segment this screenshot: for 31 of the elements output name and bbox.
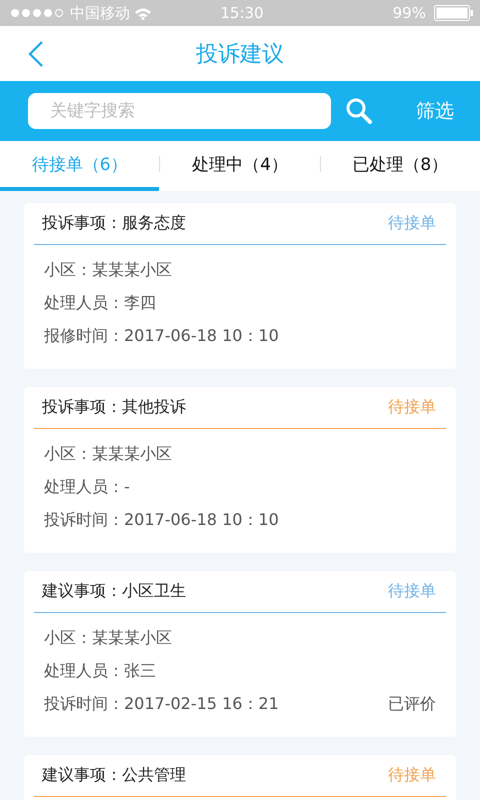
rated-label: 已评价 <box>388 693 436 715</box>
card-detail: 小区：某某某小区 <box>44 443 172 465</box>
tab[interactable]: 处理中（4） <box>160 141 320 191</box>
back-icon[interactable] <box>28 40 44 68</box>
search-field[interactable]: 关键字搜索 <box>28 93 331 129</box>
wifi-icon <box>134 6 152 20</box>
card-detail: 投诉时间：2017-02-15 16：21 <box>44 693 279 715</box>
complaint-card[interactable]: 建议事项：公共管理 待接单 <box>24 755 456 800</box>
card-detail: 处理人员：李四 <box>44 292 156 314</box>
complaint-card[interactable]: 投诉事项：服务态度 待接单 小区：某某某小区 处理人员：李四 报修时间：2017-06-18 10：10 <box>24 203 456 369</box>
status-label: 待接单 <box>388 581 436 602</box>
card-detail: 报修时间：2017-06-18 10：10 <box>44 325 279 347</box>
search-icon[interactable] <box>345 97 373 125</box>
status-label: 待接单 <box>388 213 436 234</box>
card-detail: 小区：某某某小区 <box>44 259 172 281</box>
card-detail: 投诉时间：2017-06-18 10：10 <box>44 509 279 531</box>
tab[interactable]: 已处理（8） <box>320 141 480 191</box>
card-detail: 处理人员：- <box>44 476 130 498</box>
complaint-card[interactable]: 建议事项：小区卫生 待接单 小区：某某某小区 处理人员：张三 投诉时间：2017-02-15 16：21 已评价 <box>24 571 456 737</box>
status-label: 待接单 <box>388 397 436 418</box>
card-title: 投诉事项：其他投诉 <box>42 397 186 418</box>
card-title: 投诉事项：服务态度 <box>42 213 186 234</box>
complaint-card[interactable]: 投诉事项：其他投诉 待接单 小区：某某某小区 处理人员：- 投诉时间：2017-06-18 10：10 <box>24 387 456 553</box>
page-title: 投诉建议 <box>196 40 284 68</box>
status-label: 待接单 <box>388 765 436 786</box>
card-detail: 小区：某某某小区 <box>44 627 172 649</box>
battery-icon <box>434 5 474 21</box>
card-title: 建议事项：公共管理 <box>42 765 186 786</box>
card-detail: 处理人员：张三 <box>44 660 156 682</box>
signal-icon <box>10 8 66 18</box>
card-title: 建议事项：小区卫生 <box>42 581 186 602</box>
